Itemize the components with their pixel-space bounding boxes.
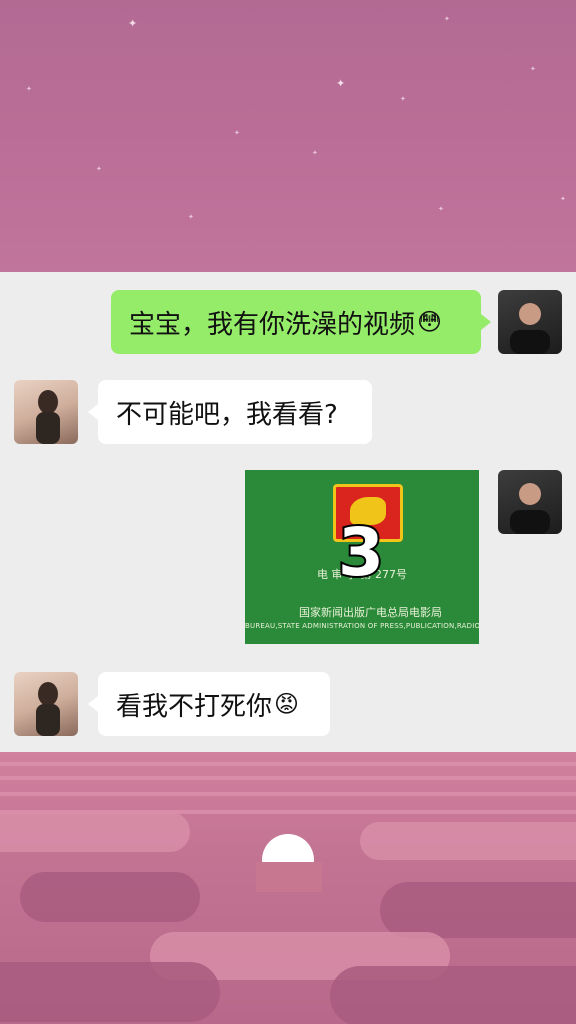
flushed-face-icon: 😳 (417, 308, 443, 336)
star-icon: ✦ (26, 85, 32, 93)
star-icon: ✦ (96, 165, 102, 173)
star-icon: ✦ (128, 17, 138, 30)
angry-face-icon: 😡 (274, 690, 300, 718)
star-icon: ✦ (336, 77, 346, 90)
star-icon: ✦ (530, 65, 536, 73)
countdown-number: 3 (336, 512, 386, 593)
message-text: 不可能吧，我看看? (116, 399, 338, 430)
message-bubble-sent[interactable]: 宝宝，我有你洗澡的视频 😳 (111, 290, 491, 354)
star-icon: ✦ (444, 15, 450, 23)
receiver-avatar[interactable] (14, 672, 78, 736)
star-icon: ✦ (560, 195, 566, 203)
sender-avatar[interactable] (498, 290, 562, 354)
star-icon: ✦ (234, 129, 240, 137)
sender-avatar[interactable] (498, 470, 562, 534)
receiver-avatar[interactable] (14, 380, 78, 444)
star-icon: ✦ (400, 95, 406, 103)
star-icon: ✦ (438, 205, 444, 213)
message-bubble-received[interactable]: 看我不打死你 😡 (88, 672, 330, 736)
message-text: 宝宝，我有你洗澡的视频 (129, 309, 416, 340)
top-sky-background: ✦ ✦ ✦ ✦ ✦ ✦ ✦ ✦ ✦ ✦ ✦ ✦ (0, 0, 576, 272)
bureau-name-chinese: 国家新闻出版广电总局电影局 (299, 606, 442, 619)
star-icon: ✦ (312, 149, 318, 157)
bureau-name-english: BUREAU,STATE ADMINISTRATION OF PRESS,PUB… (245, 622, 479, 630)
message-bubble-received[interactable]: 不可能吧，我看看? (88, 380, 372, 444)
star-icon: ✦ (188, 213, 194, 221)
message-text: 看我不打死你 (116, 691, 273, 722)
